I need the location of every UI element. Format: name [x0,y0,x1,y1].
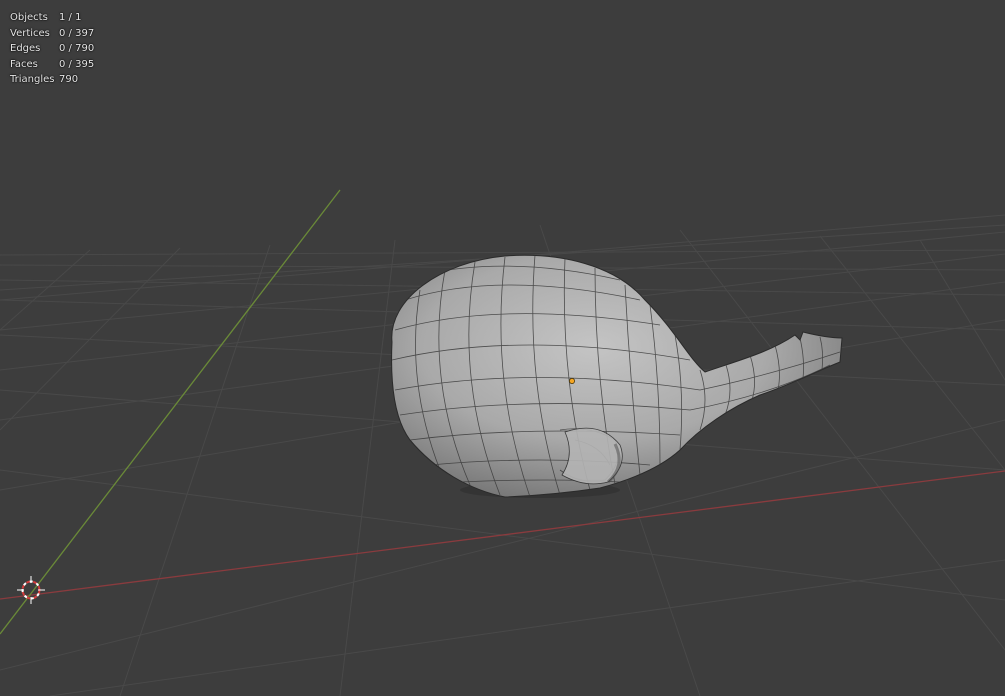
stat-label: Vertices [10,27,50,39]
stat-value: 0 / 790 [59,43,95,55]
3d-viewport[interactable]: Objects 1 / 1 Vertices 0 / 397 Edges 0 /… [0,0,1005,696]
stat-row-vertices: Vertices 0 / 397 [10,26,94,42]
stat-value: 1 / 1 [59,12,82,23]
stat-row-faces: Faces 0 / 395 [10,57,94,73]
y-axis-line [0,189,341,635]
stat-row-objects: Objects 1 / 1 [10,10,94,26]
stat-label: Edges [10,43,41,55]
stat-value: 0 / 395 [59,58,95,70]
viewport-scene[interactable] [0,0,1005,696]
stat-label: Objects [10,12,48,23]
stat-row-triangles: Triangles 790 [10,72,94,88]
stat-label: Triangles [10,74,55,86]
stat-value: 790 [59,74,79,86]
object-origin-icon [569,378,575,384]
stat-value: 0 / 397 [59,27,95,39]
stat-row-edges: Edges 0 / 790 [10,41,94,57]
stat-label: Faces [10,58,38,70]
scene-statistics-overlay: Objects 1 / 1 Vertices 0 / 397 Edges 0 /… [10,10,94,88]
